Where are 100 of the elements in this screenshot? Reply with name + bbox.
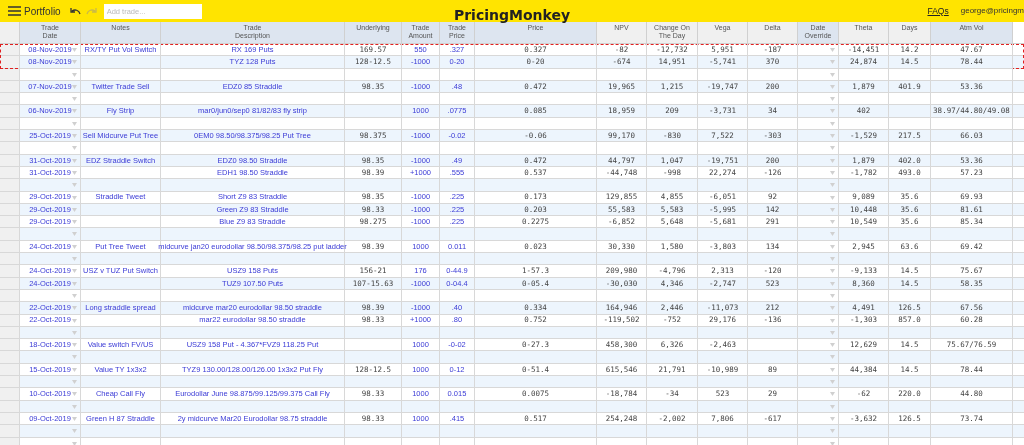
table-cell <box>748 351 798 364</box>
dropdown-caret-icon[interactable] <box>72 109 77 114</box>
dropdown-caret-icon[interactable] <box>72 60 77 65</box>
dropdown-caret-icon[interactable] <box>72 97 77 102</box>
dropdown-caret-icon[interactable] <box>830 195 835 200</box>
dropdown-caret-icon[interactable] <box>830 109 835 114</box>
dropdown-cell[interactable] <box>798 154 839 167</box>
dropdown-caret-icon[interactable] <box>72 158 77 163</box>
dropdown-caret-icon[interactable] <box>830 318 835 323</box>
dropdown-caret-icon[interactable] <box>72 404 77 409</box>
dropdown-caret-icon[interactable] <box>830 380 835 384</box>
dropdown-caret-icon[interactable] <box>830 121 835 126</box>
dropdown-caret-icon[interactable] <box>830 220 835 225</box>
dropdown-caret-icon[interactable] <box>830 97 835 102</box>
dropdown-caret-icon[interactable] <box>72 220 77 225</box>
dropdown-caret-icon[interactable] <box>830 330 835 335</box>
dropdown-caret-icon[interactable] <box>830 306 835 311</box>
dropdown-caret-icon[interactable] <box>830 429 835 434</box>
dropdown-caret-icon[interactable] <box>72 244 77 249</box>
dropdown-cell[interactable] <box>20 351 81 364</box>
dropdown-caret-icon[interactable] <box>830 281 835 286</box>
dropdown-cell[interactable] <box>20 142 81 155</box>
dropdown-caret-icon[interactable] <box>830 343 835 348</box>
redo-icon[interactable] <box>85 7 97 15</box>
dropdown-cell[interactable] <box>798 400 839 413</box>
dropdown-caret-icon[interactable] <box>72 355 77 360</box>
dropdown-caret-icon[interactable] <box>830 84 835 89</box>
dropdown-caret-icon[interactable] <box>72 293 77 298</box>
dropdown-caret-icon[interactable] <box>830 72 835 77</box>
undo-icon[interactable] <box>69 7 81 15</box>
dropdown-caret-icon[interactable] <box>830 257 835 262</box>
dropdown-caret-icon[interactable] <box>72 441 77 445</box>
dropdown-caret-icon[interactable] <box>72 134 77 139</box>
dropdown-caret-icon[interactable] <box>72 170 77 175</box>
table-cell <box>889 105 931 118</box>
dropdown-caret-icon[interactable] <box>830 183 835 188</box>
menu-icon[interactable] <box>8 6 21 16</box>
dropdown-caret-icon[interactable] <box>830 207 835 212</box>
dropdown-caret-icon[interactable] <box>72 146 77 151</box>
dropdown-caret-icon[interactable] <box>830 170 835 175</box>
dropdown-cell[interactable] <box>20 400 81 413</box>
dropdown-caret-icon[interactable] <box>72 72 77 77</box>
dropdown-cell[interactable] <box>798 105 839 118</box>
dropdown-caret-icon[interactable] <box>830 232 835 237</box>
dropdown-caret-icon[interactable] <box>72 367 77 372</box>
dropdown-cell[interactable] <box>798 351 839 364</box>
dropdown-caret-icon[interactable] <box>72 195 77 200</box>
dropdown-caret-icon[interactable] <box>72 48 77 52</box>
portfolio-menu[interactable]: Portfolio <box>24 3 61 19</box>
dropdown-caret-icon[interactable] <box>830 158 835 163</box>
dropdown-caret-icon[interactable] <box>72 269 77 274</box>
dropdown-caret-icon[interactable] <box>72 232 77 237</box>
dropdown-caret-icon[interactable] <box>72 416 77 421</box>
dropdown-cell[interactable] <box>798 388 839 401</box>
row-header[interactable] <box>0 56 20 69</box>
dropdown-caret-icon[interactable] <box>72 306 77 311</box>
dropdown-caret-icon[interactable] <box>830 355 835 360</box>
dropdown-cell[interactable] <box>798 302 839 315</box>
dropdown-caret-icon[interactable] <box>830 269 835 274</box>
dropdown-caret-icon[interactable] <box>830 404 835 409</box>
dropdown-cell[interactable] <box>20 228 81 241</box>
dropdown-cell[interactable] <box>798 314 839 327</box>
dropdown-cell[interactable] <box>798 56 839 69</box>
dropdown-caret-icon[interactable] <box>830 293 835 298</box>
dropdown-caret-icon[interactable] <box>830 441 835 445</box>
dropdown-caret-icon[interactable] <box>72 318 77 323</box>
dropdown-cell[interactable] <box>20 425 81 438</box>
dropdown-caret-icon[interactable] <box>72 392 77 397</box>
dropdown-cell[interactable] <box>798 142 839 155</box>
dropdown-caret-icon[interactable] <box>72 343 77 348</box>
dropdown-cell[interactable] <box>798 277 839 290</box>
dropdown-caret-icon[interactable] <box>830 416 835 421</box>
dropdown-caret-icon[interactable] <box>72 84 77 89</box>
dropdown-cell[interactable] <box>798 191 839 204</box>
dropdown-cell[interactable] <box>798 265 839 278</box>
dropdown-caret-icon[interactable] <box>830 244 835 249</box>
dropdown-caret-icon[interactable] <box>830 48 835 52</box>
dropdown-caret-icon[interactable] <box>72 183 77 188</box>
dropdown-cell[interactable] <box>798 179 839 192</box>
dropdown-cell[interactable] <box>798 425 839 438</box>
user-email[interactable]: george@pricingm <box>960 5 1024 17</box>
dropdown-caret-icon[interactable] <box>72 207 77 212</box>
dropdown-cell[interactable] <box>798 68 839 81</box>
dropdown-caret-icon[interactable] <box>72 429 77 434</box>
dropdown-cell[interactable] <box>798 228 839 241</box>
dropdown-caret-icon[interactable] <box>72 330 77 335</box>
dropdown-cell[interactable] <box>20 68 81 81</box>
dropdown-caret-icon[interactable] <box>830 146 835 151</box>
dropdown-caret-icon[interactable] <box>72 380 77 384</box>
dropdown-caret-icon[interactable] <box>830 60 835 65</box>
dropdown-caret-icon[interactable] <box>72 257 77 262</box>
dropdown-cell[interactable] <box>20 179 81 192</box>
faq-link[interactable]: FAQs <box>927 4 949 18</box>
dropdown-caret-icon[interactable] <box>830 367 835 372</box>
table-cell <box>889 142 931 155</box>
dropdown-caret-icon[interactable] <box>830 134 835 139</box>
row-header[interactable] <box>0 44 20 57</box>
dropdown-caret-icon[interactable] <box>72 121 77 126</box>
dropdown-caret-icon[interactable] <box>830 392 835 397</box>
dropdown-caret-icon[interactable] <box>72 281 77 286</box>
